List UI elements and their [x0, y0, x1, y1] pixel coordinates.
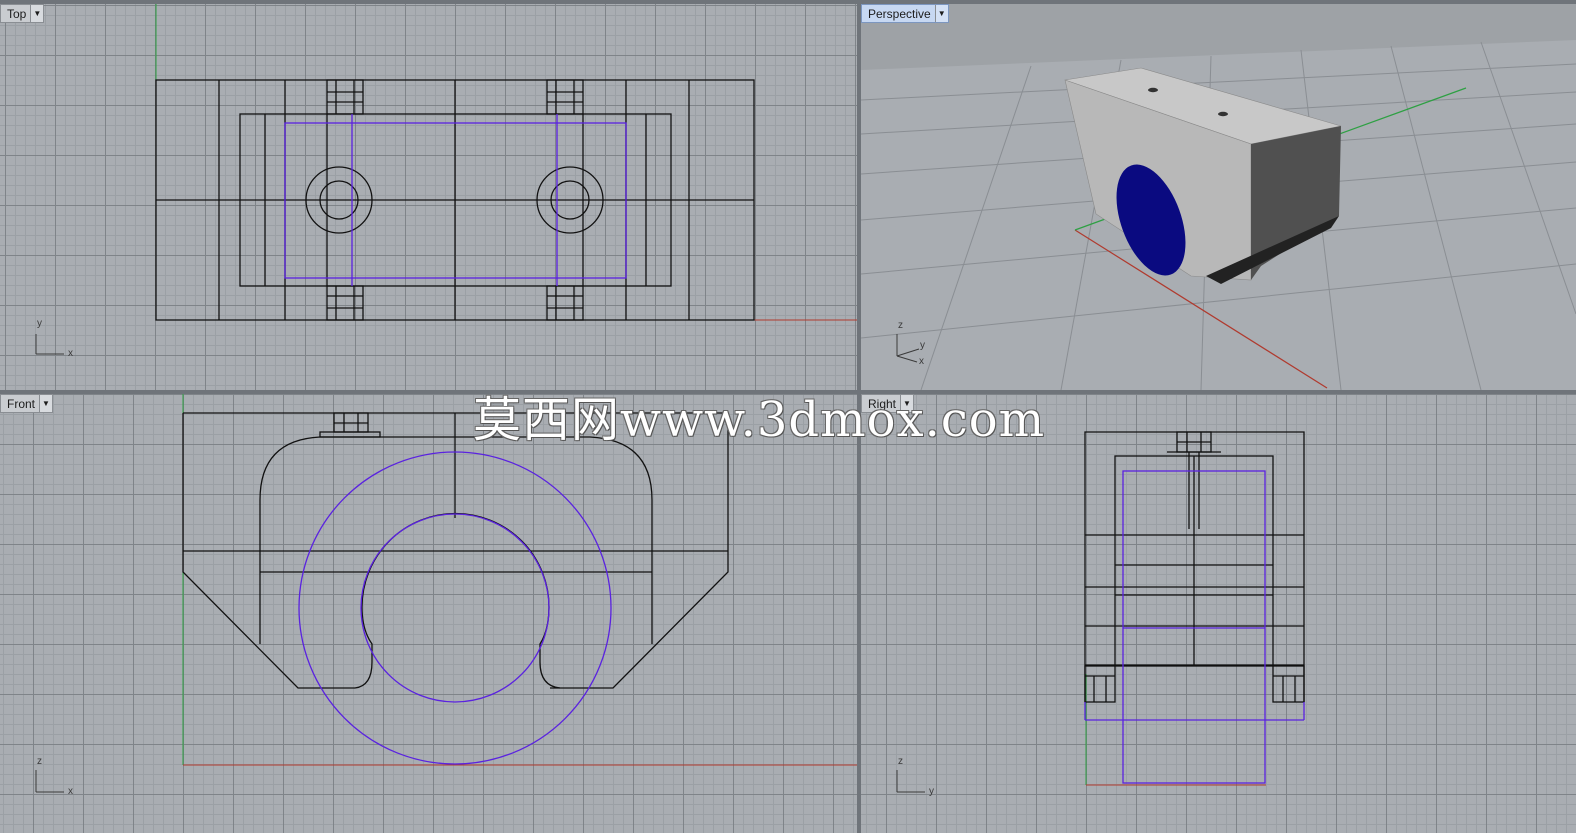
viewport-tab-front[interactable]: Front ▼	[0, 394, 54, 413]
viewport-tab-perspective[interactable]: Perspective ▼	[861, 4, 949, 23]
axis-label: y	[920, 340, 925, 351]
viewport-perspective[interactable]: Perspective ▼ z y x	[861, 4, 1576, 390]
wireframe-part[interactable]	[155, 79, 755, 321]
viewport-title: Perspective	[868, 6, 931, 21]
right-view-drawing	[896, 431, 1305, 793]
axis-label: x	[68, 786, 73, 797]
viewport-menu-dropdown-icon[interactable]: ▼	[934, 5, 948, 22]
viewport-front[interactable]: Front ▼ z x	[0, 394, 857, 833]
viewport-title: Right	[868, 396, 897, 411]
viewport-top[interactable]: Top ▼ y x	[0, 4, 857, 390]
axis-label: x	[919, 356, 924, 367]
viewport-menu-dropdown-icon[interactable]: ▼	[30, 5, 44, 22]
axis-label: z	[898, 320, 903, 331]
viewport-menu-dropdown-icon[interactable]: ▼	[39, 395, 53, 412]
axis-triad-icon	[35, 770, 64, 793]
wireframe-part[interactable]	[1084, 431, 1305, 703]
axis-triad-icon	[896, 770, 925, 793]
viewport-menu-dropdown-icon[interactable]: ▼	[900, 395, 914, 412]
axis-triad-icon	[35, 334, 64, 355]
viewport-tab-top[interactable]: Top ▼	[0, 4, 45, 23]
perspective-view-drawing	[861, 4, 1576, 390]
viewport-right[interactable]: Right ▼ z y	[861, 394, 1576, 833]
viewport-title: Top	[7, 6, 27, 21]
wireframe-part[interactable]	[182, 412, 729, 689]
viewport-tab-right[interactable]: Right ▼	[861, 394, 915, 413]
axis-label: z	[898, 756, 903, 767]
axis-label: y	[929, 786, 934, 797]
axis-label: y	[37, 318, 42, 329]
axis-label: x	[68, 348, 73, 359]
viewport-title: Front	[7, 396, 36, 411]
top-view-drawing	[35, 4, 857, 355]
front-view-drawing	[35, 394, 857, 793]
axis-label: z	[37, 756, 42, 767]
